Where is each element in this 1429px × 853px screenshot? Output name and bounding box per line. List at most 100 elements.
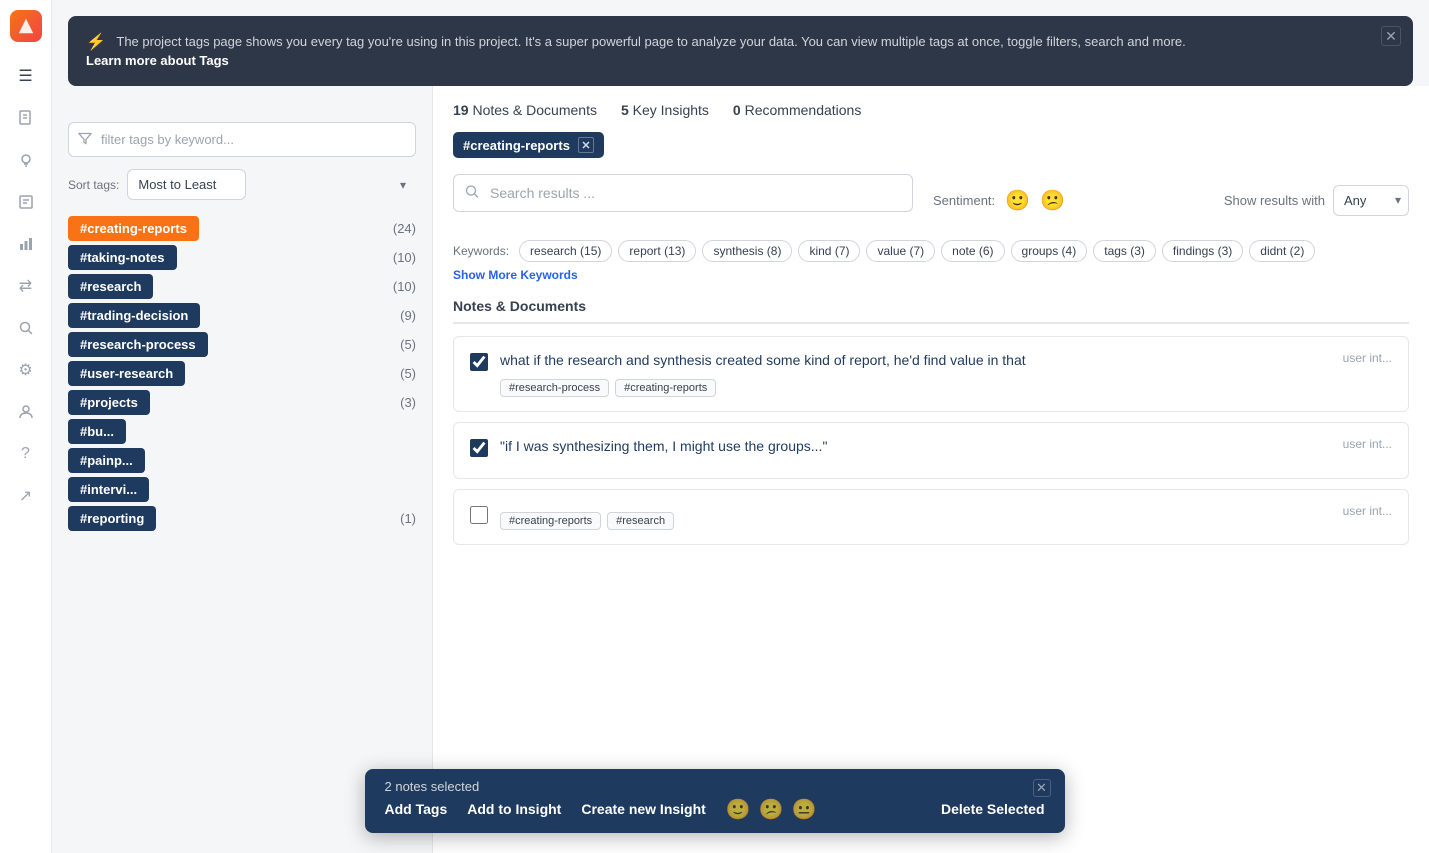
content-wrapper: Sort tags: Most to Least Least to Most A… bbox=[52, 86, 1429, 853]
notes-section-title: Notes & Documents bbox=[453, 298, 1409, 324]
tag-reporting[interactable]: #reporting bbox=[68, 506, 156, 531]
notes-stat: 19 Notes & Documents bbox=[453, 102, 597, 118]
tag-count: (10) bbox=[386, 279, 416, 294]
tag-list: #creating-reports (24) #taking-notes (10… bbox=[68, 216, 416, 531]
keywords-row: Keywords: research (15) report (13) synt… bbox=[453, 240, 1409, 282]
list-item: #reporting (1) bbox=[68, 506, 416, 531]
tag-user-research[interactable]: #user-research bbox=[68, 361, 185, 386]
sidebar-person-icon[interactable] bbox=[8, 394, 44, 430]
sentiment-row: Sentiment: 🙂 😕 bbox=[933, 188, 1065, 213]
sidebar-document-icon[interactable] bbox=[8, 100, 44, 136]
banner-learn-more-link[interactable]: Learn more about Tags bbox=[86, 53, 229, 68]
show-results-select[interactable]: Any Tags Notes bbox=[1333, 185, 1409, 216]
keyword-chip-note[interactable]: note (6) bbox=[941, 240, 1004, 262]
tag-taking-notes[interactable]: #taking-notes bbox=[68, 245, 177, 270]
note-tag[interactable]: #creating-reports bbox=[500, 512, 601, 530]
tag-count: (3) bbox=[386, 395, 416, 410]
toolbar-positive-icon[interactable]: 🙂 bbox=[726, 797, 751, 822]
stats-row: 19 Notes & Documents 5 Key Insights 0 Re… bbox=[453, 102, 1409, 118]
add-tags-button[interactable]: Add Tags bbox=[385, 801, 448, 817]
keyword-chip-tags[interactable]: tags (3) bbox=[1093, 240, 1156, 262]
keyword-chip-groups[interactable]: groups (4) bbox=[1011, 240, 1088, 262]
create-new-insight-button[interactable]: Create new Insight bbox=[581, 801, 705, 817]
filter-tags-input[interactable] bbox=[68, 122, 416, 157]
banner-area: ⚡ The project tags page shows you every … bbox=[52, 0, 1429, 86]
note-checkbox-2[interactable] bbox=[470, 439, 488, 457]
search-results-input[interactable] bbox=[453, 174, 913, 212]
negative-sentiment-icon[interactable]: 😕 bbox=[1040, 188, 1065, 213]
toolbar-actions: Add Tags Add to Insight Create new Insig… bbox=[385, 797, 817, 822]
toolbar-neutral-icon[interactable]: 😐 bbox=[792, 797, 817, 822]
list-item: #creating-reports (24) bbox=[68, 216, 416, 241]
keyword-chip-report[interactable]: report (13) bbox=[618, 240, 696, 262]
note-tag[interactable]: #research-process bbox=[500, 379, 609, 397]
note-content-1: what if the research and synthesis creat… bbox=[500, 351, 1331, 397]
positive-sentiment-icon[interactable]: 🙂 bbox=[1005, 188, 1030, 213]
tag-count: (1) bbox=[386, 511, 416, 526]
tag-count: (5) bbox=[386, 337, 416, 352]
sidebar: ☰ ⇄ ⚙ ? ↗ bbox=[0, 0, 52, 853]
tag-count: (9) bbox=[386, 308, 416, 323]
app-logo[interactable] bbox=[10, 10, 42, 42]
sidebar-export-icon[interactable]: ↗ bbox=[8, 478, 44, 514]
keyword-chip-findings[interactable]: findings (3) bbox=[1162, 240, 1243, 262]
toolbar-negative-icon[interactable]: 😕 bbox=[759, 797, 784, 822]
recommendations-stat: 0 Recommendations bbox=[733, 102, 861, 118]
sidebar-chart-icon[interactable] bbox=[8, 226, 44, 262]
list-item: #trading-decision (9) bbox=[68, 303, 416, 328]
active-tag-close-button[interactable]: ✕ bbox=[578, 137, 594, 153]
active-tag-label: #creating-reports bbox=[463, 138, 570, 153]
right-panel: 19 Notes & Documents 5 Key Insights 0 Re… bbox=[432, 86, 1429, 853]
keywords-label: Keywords: bbox=[453, 244, 509, 258]
search-controls-row: Sentiment: 🙂 😕 Show results with Any Tag… bbox=[453, 174, 1409, 226]
note-content-2: "if I was synthesizing them, I might use… bbox=[500, 437, 1331, 465]
list-item: #intervi... bbox=[68, 477, 416, 502]
note-title-1: what if the research and synthesis creat… bbox=[500, 351, 1331, 371]
banner-text: The project tags page shows you every ta… bbox=[116, 34, 1185, 49]
tag-trading-decision[interactable]: #trading-decision bbox=[68, 303, 200, 328]
tag-research[interactable]: #research bbox=[68, 274, 153, 299]
active-tag-chip: #creating-reports ✕ bbox=[453, 132, 604, 158]
add-to-insight-button[interactable]: Add to Insight bbox=[467, 801, 561, 817]
main-area: ⚡ The project tags page shows you every … bbox=[52, 0, 1429, 853]
note-checkbox-1[interactable] bbox=[470, 353, 488, 371]
keyword-chip-value[interactable]: value (7) bbox=[866, 240, 935, 262]
note-tag[interactable]: #creating-reports bbox=[615, 379, 716, 397]
list-item: #research-process (5) bbox=[68, 332, 416, 357]
tag-count: (24) bbox=[386, 221, 416, 236]
sidebar-settings-icon[interactable]: ⚙ bbox=[8, 352, 44, 388]
list-item: #painp... bbox=[68, 448, 416, 473]
note-tag[interactable]: #research bbox=[607, 512, 674, 530]
delete-selected-button[interactable]: Delete Selected bbox=[941, 801, 1045, 817]
sidebar-bulb-icon[interactable] bbox=[8, 142, 44, 178]
sidebar-menu-icon[interactable]: ☰ bbox=[8, 58, 44, 94]
sort-select-wrap: Most to Least Least to Most A to Z Z to … bbox=[127, 169, 416, 200]
filter-input-wrap bbox=[68, 122, 416, 157]
info-banner: ⚡ The project tags page shows you every … bbox=[68, 16, 1413, 86]
banner-close-button[interactable]: ✕ bbox=[1381, 26, 1401, 46]
tag-research-process[interactable]: #research-process bbox=[68, 332, 208, 357]
sort-select[interactable]: Most to Least Least to Most A to Z Z to … bbox=[127, 169, 246, 200]
keyword-chip-research[interactable]: research (15) bbox=[519, 240, 612, 262]
tag-painp[interactable]: #painp... bbox=[68, 448, 145, 473]
keyword-chip-didnt[interactable]: didnt (2) bbox=[1249, 240, 1315, 262]
sidebar-arrows-icon[interactable]: ⇄ bbox=[8, 268, 44, 304]
keyword-chip-kind[interactable]: kind (7) bbox=[798, 240, 860, 262]
sort-row: Sort tags: Most to Least Least to Most A… bbox=[68, 169, 416, 200]
keyword-chip-synthesis[interactable]: synthesis (8) bbox=[702, 240, 792, 262]
sidebar-search-icon[interactable] bbox=[8, 310, 44, 346]
tag-count: (5) bbox=[386, 366, 416, 381]
tag-intervi[interactable]: #intervi... bbox=[68, 477, 149, 502]
list-item: #user-research (5) bbox=[68, 361, 416, 386]
sidebar-notes-icon[interactable] bbox=[8, 184, 44, 220]
note-card-3: #creating-reports #research user int... bbox=[453, 489, 1409, 545]
note-checkbox-3[interactable] bbox=[470, 506, 488, 524]
tag-creating-reports[interactable]: #creating-reports bbox=[68, 216, 199, 241]
sidebar-help-icon[interactable]: ? bbox=[8, 436, 44, 472]
tag-projects[interactable]: #projects bbox=[68, 390, 150, 415]
note-content-3: #creating-reports #research bbox=[500, 504, 1331, 530]
toolbar-sentiments: 🙂 😕 😐 bbox=[726, 797, 817, 822]
toolbar-close-button[interactable]: ✕ bbox=[1033, 779, 1051, 797]
tag-bu[interactable]: #bu... bbox=[68, 419, 126, 444]
show-more-keywords-link[interactable]: Show More Keywords bbox=[453, 268, 578, 282]
